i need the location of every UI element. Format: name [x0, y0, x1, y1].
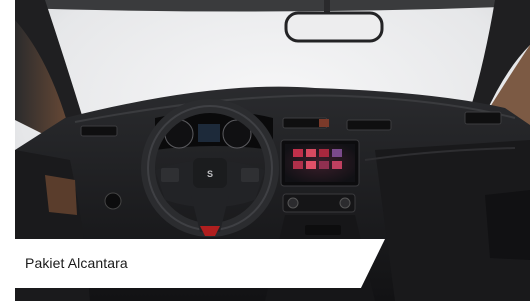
caption-box: Pakiet Alcantara: [15, 239, 385, 288]
seat-logo: S: [207, 169, 213, 179]
caption-label: Pakiet Alcantara: [25, 255, 128, 271]
promo-banner: S Pakiet Alcantara: [0, 0, 530, 301]
rearview-mirror: [284, 11, 384, 43]
